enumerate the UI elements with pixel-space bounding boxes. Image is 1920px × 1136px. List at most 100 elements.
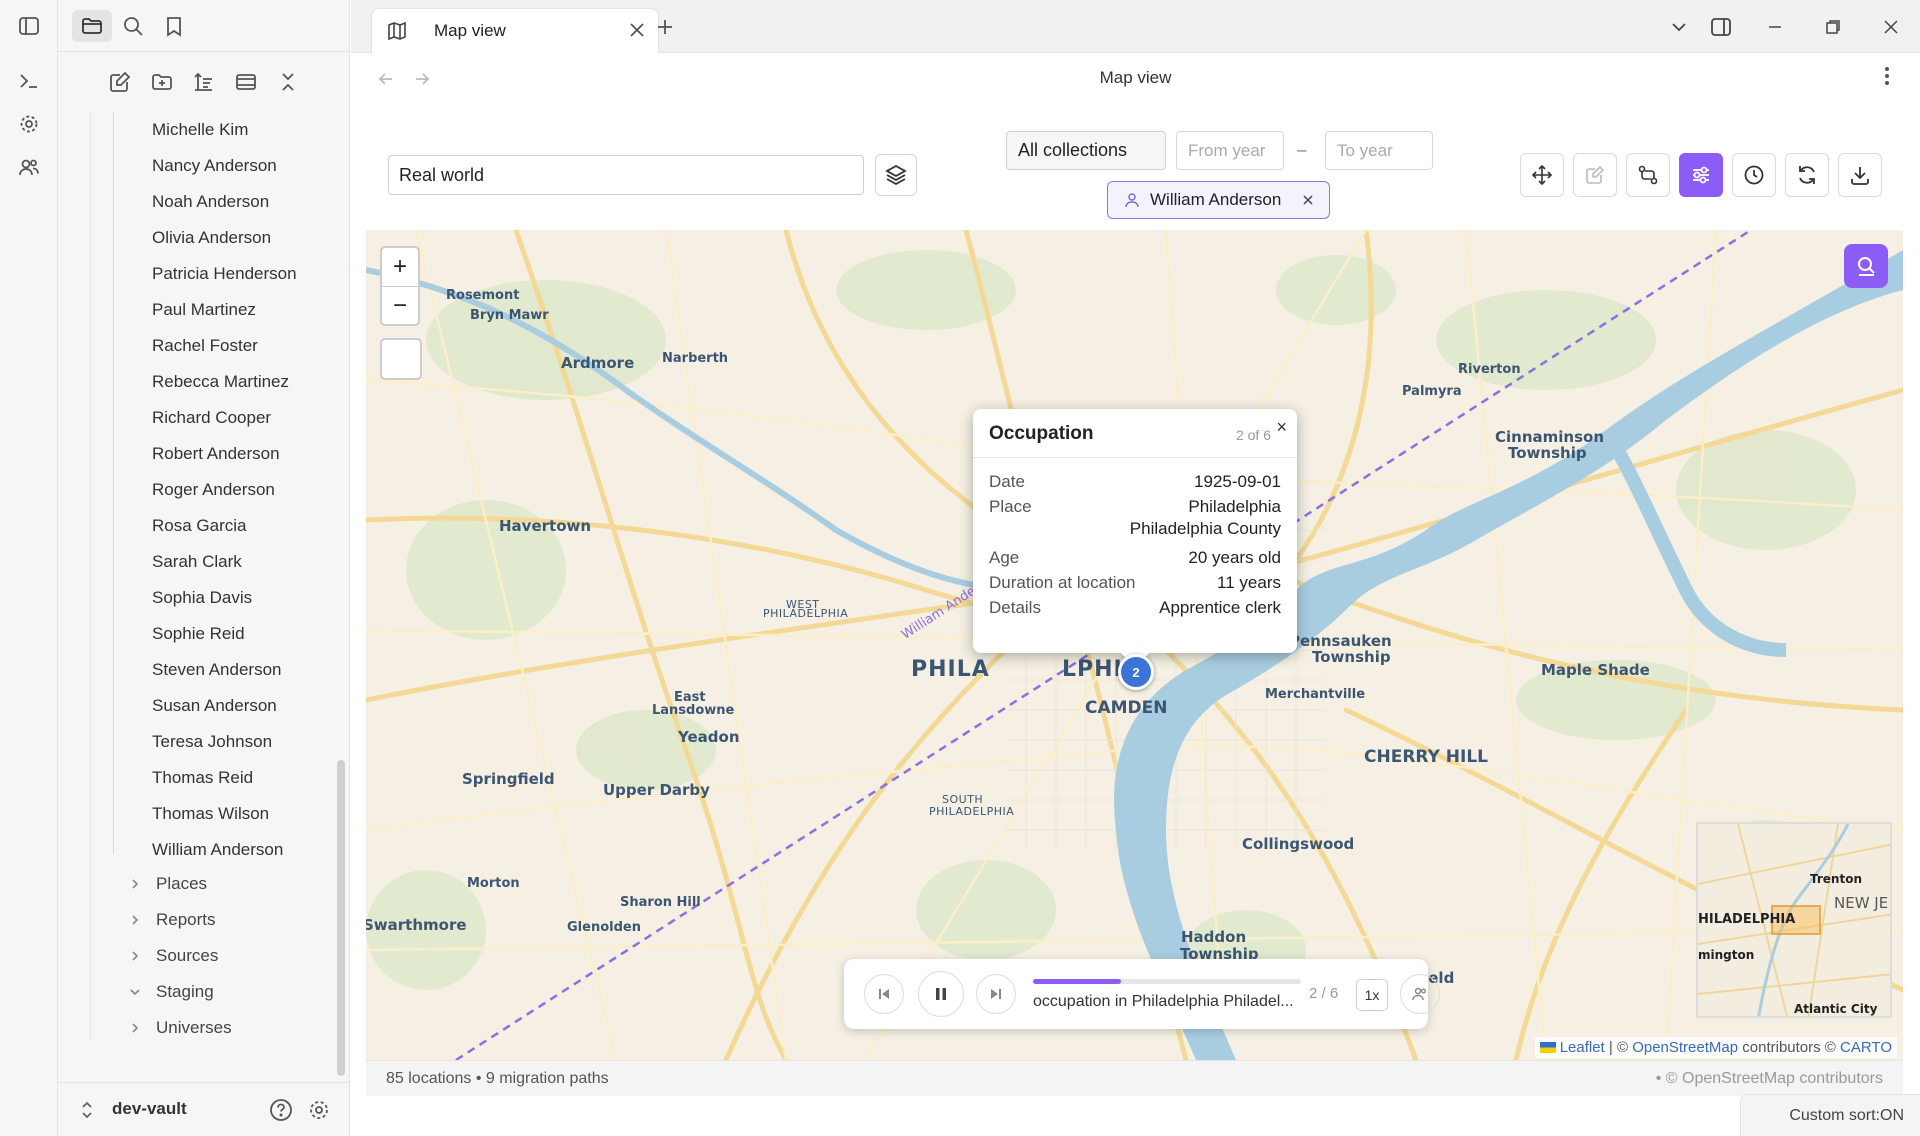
sidebar-toggle-icon[interactable] (13, 10, 45, 42)
file-item[interactable]: Sophia Davis (152, 580, 252, 616)
minimize-icon[interactable] (1761, 13, 1789, 41)
file-item[interactable]: Rebecca Martinez (152, 364, 289, 400)
tile-layer-select[interactable]: Real world (388, 155, 864, 195)
file-item[interactable]: Paul Martinez (152, 292, 256, 328)
zoom-control: + − (380, 246, 420, 326)
folder-item[interactable]: Universes (128, 1010, 232, 1046)
chevron-right-icon[interactable] (128, 877, 142, 891)
folder-item[interactable]: Reports (128, 902, 216, 938)
more-options-icon[interactable] (1884, 66, 1890, 91)
file-item[interactable]: Patricia Henderson (152, 256, 297, 292)
chevron-right-icon[interactable] (128, 1021, 142, 1035)
timeline-clock-icon[interactable] (1732, 153, 1776, 197)
bookmark-icon[interactable] (154, 10, 194, 42)
person-filter-chip[interactable]: William Anderson (1107, 181, 1330, 219)
file-item[interactable]: Rachel Foster (152, 328, 258, 364)
event-marker[interactable]: 2 (1118, 654, 1154, 690)
file-item[interactable]: Susan Anderson (152, 688, 277, 724)
folder-icon[interactable] (72, 10, 112, 42)
tab-list-chevron-icon[interactable] (1665, 13, 1693, 41)
sidebar-scrollbar[interactable] (337, 760, 345, 1076)
folder-item[interactable]: Places (128, 866, 207, 902)
map-place-label: Merchantville (1265, 687, 1366, 702)
file-explorer-actions (58, 62, 350, 102)
follow-person-icon[interactable] (1400, 974, 1440, 1014)
vault-switcher[interactable]: dev-vault (58, 1082, 350, 1136)
zoom-in-plus-icon[interactable]: + (382, 248, 418, 286)
file-item[interactable]: Olivia Anderson (152, 220, 271, 256)
file-item[interactable]: Thomas Reid (152, 760, 253, 796)
skip-back-icon[interactable] (864, 974, 904, 1014)
popup-key: Age (989, 548, 1020, 567)
right-sidebar-toggle-icon[interactable] (1707, 13, 1735, 41)
help-icon[interactable] (268, 1097, 294, 1123)
close-icon[interactable] (628, 21, 646, 44)
file-item[interactable]: Richard Cooper (152, 400, 271, 436)
map-search-icon[interactable] (1844, 244, 1888, 288)
people-icon[interactable] (13, 151, 45, 183)
carto-link[interactable]: CARTO (1840, 1039, 1892, 1056)
edit-pencil-icon[interactable] (1573, 153, 1617, 197)
auto-reveal-icon[interactable] (230, 66, 262, 98)
pause-icon[interactable] (918, 971, 964, 1017)
refresh-icon[interactable] (1785, 153, 1829, 197)
vault-settings-icon[interactable] (306, 1097, 332, 1123)
file-item[interactable]: Sarah Clark (152, 544, 242, 580)
vault-chevron-icon[interactable] (80, 1099, 94, 1126)
collapse-all-icon[interactable] (272, 66, 304, 98)
layers-icon[interactable] (875, 154, 917, 196)
osm-link[interactable]: OpenStreetMap (1632, 1039, 1738, 1056)
settings-gear-icon[interactable] (13, 108, 45, 140)
file-item[interactable]: Sophie Reid (152, 616, 245, 652)
new-note-icon[interactable] (104, 66, 136, 98)
popup-close-icon[interactable]: × (1276, 417, 1287, 438)
playback-progress-bar[interactable] (1033, 979, 1301, 984)
to-year-input[interactable]: To year (1325, 131, 1433, 170)
pan-move-icon[interactable] (1520, 153, 1564, 197)
folder-item[interactable]: Staging (128, 974, 214, 1010)
new-tab-plus-icon[interactable] (651, 13, 679, 41)
restore-icon[interactable] (1819, 13, 1847, 41)
download-icon[interactable] (1838, 153, 1882, 197)
ukraine-flag-icon (1539, 1042, 1556, 1053)
tab-map-view[interactable]: Map view (371, 8, 659, 54)
chevron-right-icon[interactable] (128, 913, 142, 927)
remove-filter-close-icon[interactable] (1301, 192, 1315, 212)
skip-forward-icon[interactable] (976, 974, 1016, 1014)
map-draw-control[interactable] (380, 338, 422, 380)
search-icon[interactable] (113, 10, 153, 42)
window-close-icon[interactable] (1877, 13, 1905, 41)
file-item[interactable]: Roger Anderson (152, 472, 275, 508)
file-item[interactable]: Thomas Wilson (152, 796, 269, 832)
folder-label: Universes (156, 1018, 232, 1037)
map-canvas[interactable]: Rosemont Bryn Mawr Ardmore Narberth Havertow… (366, 230, 1903, 1060)
minimap[interactable]: Trenton NEW JE HILADELPHIA mington Atlan… (1696, 822, 1892, 1018)
file-item[interactable]: Noah Anderson (152, 184, 269, 220)
attribution-separator: | © (1604, 1039, 1633, 1056)
migration-paths-icon[interactable] (1626, 153, 1670, 197)
terminal-icon[interactable] (13, 65, 45, 97)
leaflet-link[interactable]: Leaflet (1560, 1039, 1605, 1056)
file-item[interactable]: Rosa Garcia (152, 508, 246, 544)
map-place-label: Yeadon (678, 728, 740, 746)
file-item[interactable]: Steven Anderson (152, 652, 281, 688)
playback-speed-button[interactable]: 1x (1356, 979, 1388, 1011)
file-item[interactable]: Teresa Johnson (152, 724, 272, 760)
file-item[interactable]: Michelle Kim (152, 112, 248, 148)
chevron-down-icon[interactable] (128, 985, 142, 999)
map-place-label: CHERRY HILL (1364, 747, 1489, 767)
custom-sort-status[interactable]: Custom sort:ON (1789, 1107, 1904, 1125)
chevron-right-icon[interactable] (128, 949, 142, 963)
folder-item[interactable]: Sources (128, 938, 218, 974)
vault-name[interactable]: dev-vault (112, 1099, 187, 1119)
zoom-out-minus-icon[interactable]: − (382, 286, 418, 324)
file-item[interactable]: Nancy Anderson (152, 148, 277, 184)
filter-toggle-icon[interactable] (1679, 153, 1723, 197)
from-year-input[interactable]: From year (1176, 131, 1284, 170)
sort-icon[interactable] (188, 66, 220, 98)
popup-key: Duration at location (989, 573, 1136, 592)
file-item[interactable]: William Anderson (152, 832, 283, 868)
new-folder-icon[interactable] (146, 66, 178, 98)
collection-select[interactable]: All collections (1006, 131, 1166, 170)
file-item[interactable]: Robert Anderson (152, 436, 280, 472)
